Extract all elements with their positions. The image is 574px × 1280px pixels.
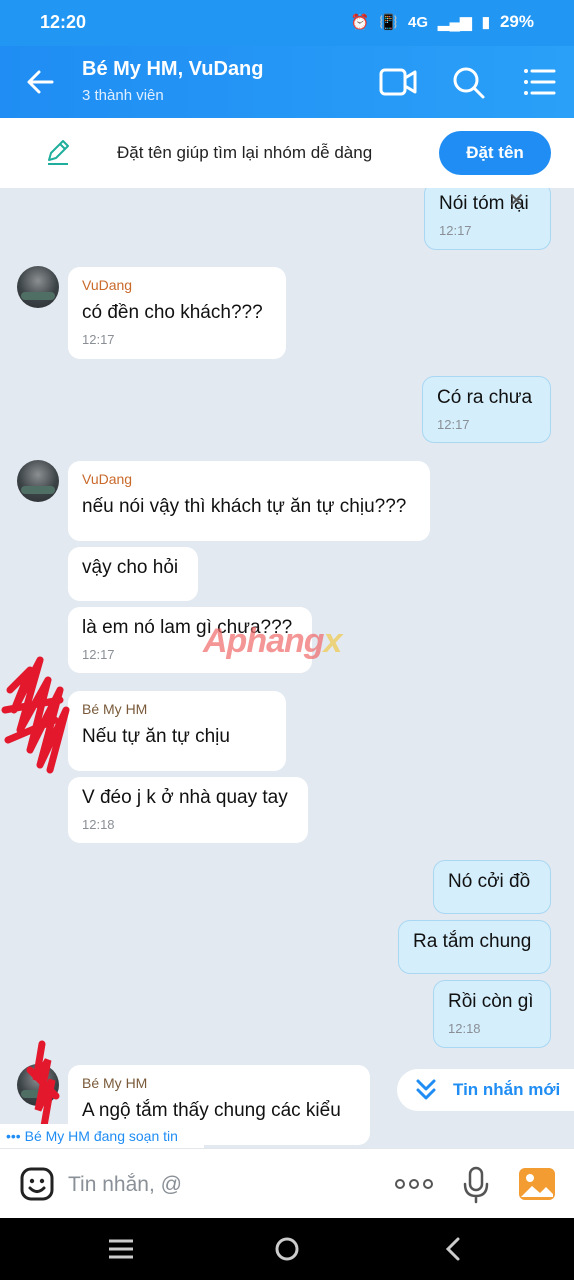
message-bubble-outgoing[interactable]: Nó cởi đồ xyxy=(433,860,551,914)
message-text: vậy cho hỏi xyxy=(82,557,179,578)
system-nav-bar xyxy=(0,1218,574,1280)
message-time: 12:17 xyxy=(437,417,470,432)
back-icon[interactable] xyxy=(438,1236,468,1262)
member-count[interactable]: 3 thành viên xyxy=(82,87,164,104)
sender-name: Bé My HM xyxy=(82,1075,148,1091)
close-icon[interactable]: ✕ xyxy=(508,188,525,213)
message-text: nếu nói vậy thì khách tự ăn tự chịu??? xyxy=(82,496,407,517)
menu-icon[interactable] xyxy=(520,64,560,100)
status-bar: 12:20 ⏰ 📳 4G ▂▄▆ ▮ 29% xyxy=(0,0,574,46)
more-icon[interactable] xyxy=(394,1176,434,1192)
double-chevron-down-icon xyxy=(416,1079,436,1100)
vibrate-icon: 📳 xyxy=(379,14,398,31)
message-text: Có ra chưa xyxy=(437,387,533,408)
message-bubble-outgoing[interactable]: Có ra chưa 12:17 xyxy=(422,376,551,443)
avatar[interactable] xyxy=(17,460,59,502)
sender-name: Bé My HM xyxy=(82,701,148,717)
message-text: A ngộ tắm thấy chung các kiểu xyxy=(82,1100,341,1121)
sticker-icon[interactable] xyxy=(19,1166,55,1202)
message-bubble-outgoing[interactable]: Ra tắm chung xyxy=(398,920,551,974)
message-list[interactable]: Nói tóm lại 12:17 ✕ VuDang có đền cho kh… xyxy=(0,188,574,1148)
new-messages-button[interactable]: Tin nhắn mới xyxy=(397,1069,574,1111)
message-time: 12:17 xyxy=(439,223,472,238)
back-arrow-icon[interactable] xyxy=(22,64,58,100)
group-title[interactable]: Bé My HM, VuDang xyxy=(82,58,264,81)
signal-icon: ▂▄▆ xyxy=(438,14,472,31)
message-time: 12:18 xyxy=(82,817,115,832)
message-text: có đền cho khách??? xyxy=(82,302,263,323)
recent-apps-icon[interactable] xyxy=(106,1236,136,1262)
message-bubble-incoming[interactable]: vậy cho hỏi xyxy=(68,547,198,601)
home-icon[interactable] xyxy=(272,1236,302,1262)
message-bubble-outgoing[interactable]: Rồi còn gì 12:18 xyxy=(433,980,551,1048)
message-bubble-incoming[interactable]: VuDang có đền cho khách??? 12:17 xyxy=(68,267,286,359)
message-text: Ra tắm chung xyxy=(413,931,532,952)
network-label: 4G xyxy=(407,13,428,31)
alarm-icon: ⏰ xyxy=(350,14,370,31)
sender-name: VuDang xyxy=(82,471,133,487)
message-time: 12:18 xyxy=(448,1021,481,1036)
new-messages-label: Tin nhắn mới xyxy=(453,1080,561,1099)
avatar[interactable] xyxy=(17,266,59,308)
message-bubble-incoming[interactable]: V đéo j k ở nhà quay tay 12:18 xyxy=(68,777,308,843)
typing-dots-icon: ••• xyxy=(6,1128,21,1144)
video-call-icon[interactable] xyxy=(378,64,418,100)
status-icons: ⏰ 📳 4G ▂▄▆ ▮ 29% xyxy=(351,12,534,32)
avatar[interactable] xyxy=(17,1064,59,1106)
composer-bar xyxy=(0,1148,574,1218)
typing-text: Bé My HM đang soạn tin xyxy=(24,1128,178,1144)
search-icon[interactable] xyxy=(450,64,490,100)
message-text: Nó cởi đồ xyxy=(448,871,531,892)
chat-header: Bé My HM, VuDang 3 thành viên xyxy=(0,46,574,118)
message-bubble-incoming[interactable]: Bé My HM Nếu tự ăn tự chịu xyxy=(68,691,286,771)
message-text: Rồi còn gì xyxy=(448,991,534,1012)
gallery-icon[interactable] xyxy=(518,1167,556,1201)
message-text: Nếu tự ăn tự chịu xyxy=(82,726,230,747)
battery-icon: ▮ xyxy=(481,14,490,31)
watermark-logo: Aphangx xyxy=(203,622,342,660)
sender-name: VuDang xyxy=(82,277,133,293)
message-time: 12:17 xyxy=(82,332,115,347)
pen-icon xyxy=(48,140,69,165)
message-input[interactable] xyxy=(68,1169,368,1201)
name-group-button[interactable]: Đặt tên xyxy=(439,131,551,175)
status-time: 12:20 xyxy=(40,12,87,32)
name-group-hint: Đặt tên giúp tìm lại nhóm dễ dàng xyxy=(117,143,373,162)
typing-indicator: ••• Bé My HM đang soạn tin xyxy=(0,1124,204,1148)
message-text: V đéo j k ở nhà quay tay xyxy=(82,787,288,808)
battery-level: 29% xyxy=(499,12,534,31)
message-bubble-outgoing[interactable]: Nói tóm lại 12:17 xyxy=(424,188,551,250)
message-bubble-incoming[interactable]: VuDang nếu nói vậy thì khách tự ăn tự ch… xyxy=(68,461,430,541)
mic-icon[interactable] xyxy=(462,1166,490,1204)
name-group-banner: Đặt tên giúp tìm lại nhóm dễ dàng Đặt tê… xyxy=(0,118,574,188)
